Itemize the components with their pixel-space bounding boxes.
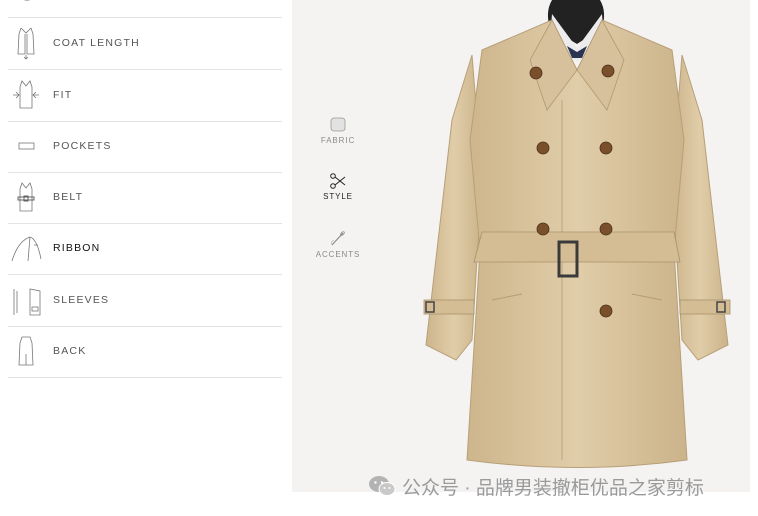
option-label: COAT LENGTH <box>53 37 140 49</box>
option-coat-length[interactable]: COAT LENGTH <box>8 18 282 70</box>
wechat-icon <box>369 476 396 496</box>
option-label: RIBBON <box>53 242 101 254</box>
category-accents[interactable]: ACCENTS <box>310 230 366 259</box>
pockets-icon <box>18 142 35 150</box>
option-back[interactable]: BACK <box>8 326 282 378</box>
coat-preview-area: FABRIC STYLE ACCENTS <box>292 0 750 492</box>
coat-length-icon <box>17 27 35 60</box>
scissors-icon <box>330 173 346 189</box>
option-ribbon[interactable]: RIBBON <box>8 223 282 275</box>
trench-coat-preview-image <box>423 0 731 468</box>
lapel-icon <box>23 0 31 1</box>
category-style[interactable]: STYLE <box>310 172 366 201</box>
sleeves-icon <box>13 288 41 316</box>
fabric-swatch-icon <box>330 117 346 132</box>
option-sleeves[interactable]: SLEEVES <box>8 275 282 327</box>
option-label: SLEEVES <box>53 294 110 306</box>
category-label: ACCENTS <box>315 250 361 259</box>
watermark: 公众号 · 品牌男装撤柜优品之家剪标 <box>368 472 704 500</box>
fit-icon <box>13 80 39 109</box>
option-label: BELT <box>53 191 84 203</box>
option-label: POCKETS <box>53 140 112 152</box>
option-label: FIT <box>53 89 73 101</box>
category-label: STYLE <box>323 192 353 201</box>
option-row-partial[interactable] <box>8 0 282 18</box>
option-label: BACK <box>53 345 87 357</box>
option-pockets[interactable]: POCKETS <box>8 121 282 173</box>
needle-icon <box>331 231 345 246</box>
ribbon-icon <box>11 236 42 262</box>
category-fabric[interactable]: FABRIC <box>310 116 366 145</box>
belt-icon <box>17 182 35 212</box>
style-options-panel: COAT LENGTH FIT POCKETS BELT RIBBON SLEE… <box>0 0 292 516</box>
back-icon <box>18 336 34 366</box>
option-belt[interactable]: BELT <box>8 172 282 224</box>
category-label: FABRIC <box>320 136 356 145</box>
watermark-text: 公众号 · 品牌男装撤柜优品之家剪标 <box>402 477 704 499</box>
option-fit[interactable]: FIT <box>8 70 282 122</box>
